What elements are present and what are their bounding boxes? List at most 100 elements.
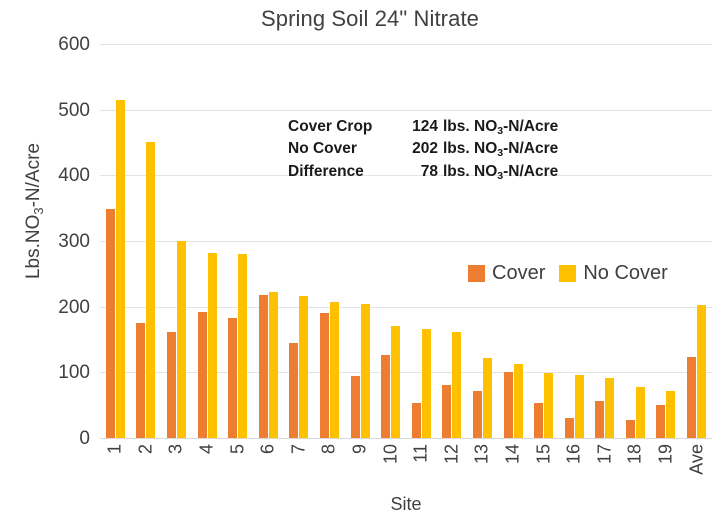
x-axis-tick-label: 5 (227, 444, 248, 455)
bar-group (498, 44, 529, 438)
bar-no-cover[interactable] (146, 141, 156, 438)
x-axis-category: 5 (222, 442, 253, 494)
bar-group (467, 44, 498, 438)
bar-no-cover[interactable] (697, 305, 707, 438)
bar-no-cover[interactable] (207, 252, 217, 438)
chart-container: Spring Soil 24" Nitrate Lbs.NO3-N/Acre 6… (0, 0, 720, 522)
bar-group (681, 44, 712, 438)
bars-layer (100, 44, 712, 438)
bar-group (345, 44, 376, 438)
bar-cover[interactable] (289, 342, 299, 438)
bar-cover[interactable] (564, 417, 574, 438)
bar-group (437, 44, 468, 438)
bar-cover[interactable] (350, 375, 360, 438)
bar-no-cover[interactable] (544, 373, 554, 438)
bar-no-cover[interactable] (605, 378, 615, 438)
x-axis-category: 14 (498, 442, 529, 494)
y-axis-tick-label: 600 (58, 34, 90, 55)
legend-item-cover[interactable]: Cover (468, 262, 545, 285)
bar-group (222, 44, 253, 438)
bar-cover[interactable] (687, 356, 697, 438)
bar-cover[interactable] (442, 385, 452, 438)
x-axis-tick-label: 18 (624, 444, 645, 465)
bar-no-cover[interactable] (176, 241, 186, 438)
summary-annotation: Cover Crop 124 lbs. NO3-N/Acre No Cover 202 l… (288, 116, 558, 183)
bar-cover[interactable] (197, 311, 207, 438)
bar-cover[interactable] (411, 402, 421, 438)
bar-cover[interactable] (319, 313, 329, 438)
annotation-value: 124 (412, 118, 438, 135)
bar-no-cover[interactable] (360, 304, 370, 438)
x-axis-tick-label: 16 (563, 444, 584, 465)
bar-no-cover[interactable] (268, 292, 278, 438)
bar-cover[interactable] (166, 332, 176, 438)
bar-cover[interactable] (534, 403, 544, 438)
x-axis-tick-label: 8 (318, 444, 339, 455)
bar-group (284, 44, 315, 438)
x-axis-tick-label: Ave (686, 444, 707, 475)
legend-swatch (468, 265, 485, 282)
bar-no-cover[interactable] (421, 329, 431, 438)
x-axis-tick-label: 3 (165, 444, 186, 455)
bar-group (192, 44, 223, 438)
x-axis-category: 18 (620, 442, 651, 494)
x-axis-category: 4 (192, 442, 223, 494)
bar-no-cover[interactable] (666, 391, 676, 438)
x-axis-category: Ave (681, 442, 712, 494)
bar-cover[interactable] (258, 294, 268, 438)
bar-no-cover[interactable] (299, 295, 309, 438)
y-axis-tick-labels: 600 500 400 300 200 100 0 (32, 35, 90, 448)
x-axis-tick-label: 15 (533, 444, 554, 465)
bar-cover[interactable] (105, 209, 115, 438)
bar-cover[interactable] (656, 405, 666, 438)
legend-item-no-cover[interactable]: No Cover (559, 262, 668, 285)
bar-cover[interactable] (136, 323, 146, 438)
bar-group (620, 44, 651, 438)
bar-group (590, 44, 621, 438)
x-axis-category: 10 (375, 442, 406, 494)
annotation-value: 202 (412, 140, 438, 158)
bar-group (375, 44, 406, 438)
x-axis-category: 12 (437, 442, 468, 494)
legend-swatch (559, 265, 577, 282)
x-axis-tick-label: 6 (257, 444, 278, 455)
x-axis-tick-label: 9 (349, 444, 370, 455)
x-axis-category: 11 (406, 442, 437, 494)
x-axis-category: 19 (651, 442, 682, 494)
bar-no-cover[interactable] (574, 374, 584, 438)
bar-group (559, 44, 590, 438)
x-axis-category: 17 (590, 442, 621, 494)
bar-no-cover[interactable] (635, 386, 645, 438)
annotation-row: Difference 78 lbs. NO3-N/Acre (288, 161, 558, 183)
bar-no-cover[interactable] (452, 331, 462, 438)
y-axis-tick-label: 0 (79, 428, 90, 449)
bar-no-cover[interactable] (482, 357, 492, 438)
bar-no-cover[interactable] (238, 254, 248, 438)
x-axis-category: 3 (161, 442, 192, 494)
bar-cover[interactable] (472, 390, 482, 438)
bar-cover[interactable] (595, 401, 605, 438)
bar-cover[interactable] (381, 354, 391, 438)
bar-no-cover[interactable] (329, 302, 339, 438)
chart-legend: Cover No Cover (468, 262, 668, 285)
x-axis-tick-labels: 1 2 3 4 5 6 7 8 9 10 11 12 13 14 15 16 17 18 19 Ave (100, 442, 712, 494)
bar-group (100, 44, 131, 438)
bar-cover[interactable] (228, 317, 238, 438)
bar-no-cover[interactable] (115, 100, 125, 438)
annotation-label: No Cover (288, 140, 357, 158)
bar-cover[interactable] (625, 419, 635, 438)
bar-cover[interactable] (503, 372, 513, 438)
plot-area: 600 500 400 300 200 100 0 (58, 35, 712, 448)
bar-group (253, 44, 284, 438)
x-axis-tick-label: 19 (655, 444, 676, 465)
x-axis-tick-label: 13 (471, 444, 492, 465)
annotation-label: Difference (288, 162, 364, 180)
x-axis-category: 2 (131, 442, 162, 494)
x-axis-category: 8 (314, 442, 345, 494)
bar-no-cover[interactable] (391, 325, 401, 438)
bar-no-cover[interactable] (513, 364, 523, 438)
annotation-row: Cover Crop 124 lbs. NO3-N/Acre (288, 116, 558, 138)
x-axis-tick-label: 10 (380, 444, 401, 465)
x-axis-category: 16 (559, 442, 590, 494)
annotation-value: 78 (420, 162, 438, 180)
